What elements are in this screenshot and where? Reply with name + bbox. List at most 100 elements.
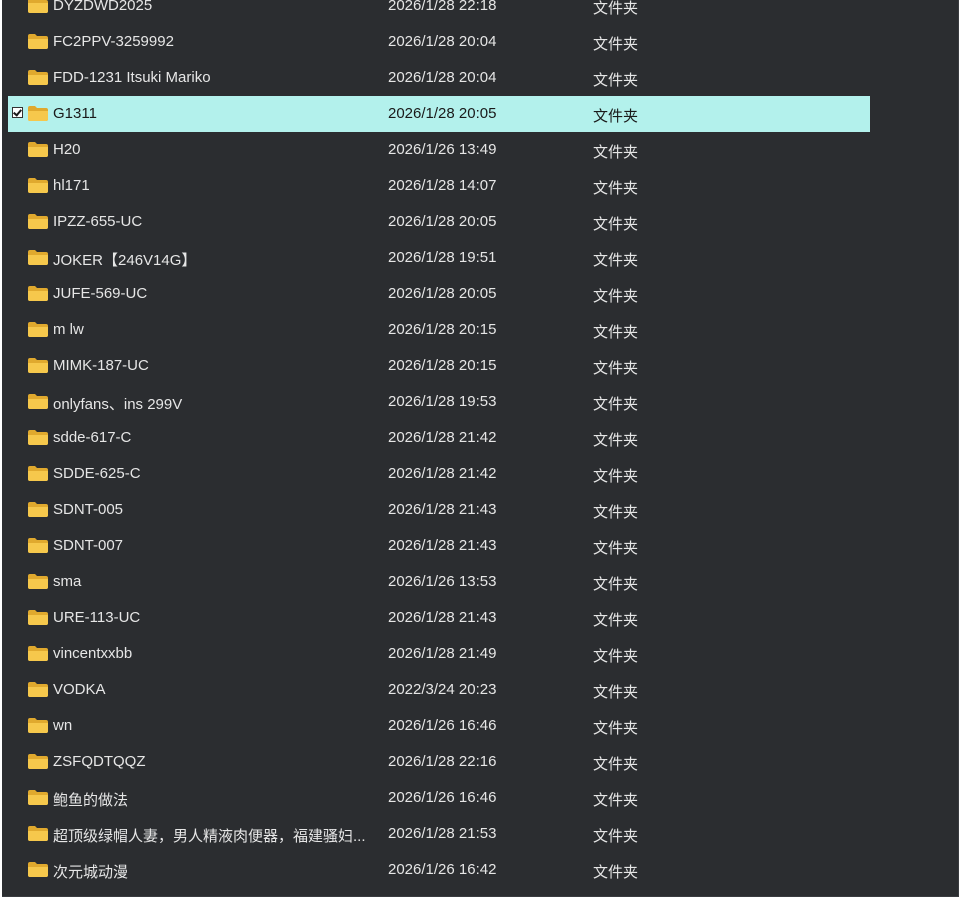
folder-name[interactable]: 次元城动漫 bbox=[53, 861, 383, 882]
modified-date: 2026/1/28 22:18 bbox=[388, 0, 497, 14]
folder-row[interactable]: hl171 2026/1/28 14:07 文件夹 bbox=[8, 168, 870, 204]
folder-row[interactable]: H20 2026/1/26 13:49 文件夹 bbox=[8, 132, 870, 168]
folder-name[interactable]: H20 bbox=[53, 141, 383, 158]
folder-name[interactable]: G1311 bbox=[53, 105, 383, 122]
modified-date: 2026/1/28 20:04 bbox=[388, 33, 497, 50]
folder-icon bbox=[28, 178, 48, 193]
folder-name[interactable]: ZSFQDTQQZ bbox=[53, 753, 383, 770]
folder-name[interactable]: 鲍鱼的做法 bbox=[53, 789, 383, 810]
folder-name[interactable]: FC2PPV-3259992 bbox=[53, 33, 383, 50]
folder-name[interactable]: wn bbox=[53, 717, 383, 734]
folder-row[interactable]: onlyfans、ins 299V 2026/1/28 19:53 文件夹 bbox=[8, 384, 870, 420]
folder-row[interactable]: MIMK-187-UC 2026/1/28 20:15 文件夹 bbox=[8, 348, 870, 384]
folder-row[interactable]: 次元城动漫 2026/1/26 16:42 文件夹 bbox=[8, 852, 870, 888]
folder-name[interactable]: onlyfans、ins 299V bbox=[53, 393, 383, 414]
item-type: 文件夹 bbox=[593, 396, 639, 413]
folder-row[interactable]: wn 2026/1/26 16:46 文件夹 bbox=[8, 708, 870, 744]
folder-row[interactable]: VODKA 2022/3/24 20:23 文件夹 bbox=[8, 672, 870, 708]
modified-date: 2026/1/26 16:46 bbox=[388, 717, 497, 734]
item-type: 文件夹 bbox=[593, 360, 639, 377]
folder-name[interactable]: sdde-617-C bbox=[53, 429, 383, 446]
item-type: 文件夹 bbox=[593, 828, 639, 845]
modified-date: 2026/1/28 20:05 bbox=[388, 105, 497, 122]
folder-row[interactable]: SDDE-625-C 2026/1/28 21:42 文件夹 bbox=[8, 456, 870, 492]
modified-date: 2022/3/24 20:23 bbox=[388, 681, 497, 698]
folder-name[interactable]: hl171 bbox=[53, 177, 383, 194]
folder-row[interactable]: 超顶级绿帽人妻，男人精液肉便器，福建骚妇... 2026/1/28 21:53 文件… bbox=[8, 816, 870, 852]
item-type: 文件夹 bbox=[593, 288, 639, 305]
modified-date: 2026/1/28 20:15 bbox=[388, 321, 497, 338]
folder-row[interactable]: FC2PPV-3259992 2026/1/28 20:04 文件夹 bbox=[8, 24, 870, 60]
folder-icon bbox=[28, 790, 48, 805]
item-type: 文件夹 bbox=[593, 684, 639, 701]
folder-icon bbox=[28, 754, 48, 769]
folder-name[interactable]: SDNT-005 bbox=[53, 501, 383, 518]
item-type: 文件夹 bbox=[593, 0, 639, 17]
modified-date: 2026/1/28 21:49 bbox=[388, 645, 497, 662]
modified-date: 2026/1/28 21:42 bbox=[388, 429, 497, 446]
folder-name[interactable]: SDNT-007 bbox=[53, 537, 383, 554]
folder-icon bbox=[28, 106, 48, 121]
folder-icon bbox=[28, 34, 48, 49]
item-type: 文件夹 bbox=[593, 792, 639, 809]
folder-row[interactable]: vincentxxbb 2026/1/28 21:49 文件夹 bbox=[8, 636, 870, 672]
folder-name[interactable]: DYZDWD2025 bbox=[53, 0, 383, 14]
folder-name[interactable]: URE-113-UC bbox=[53, 609, 383, 626]
modified-date: 2026/1/28 20:15 bbox=[388, 357, 497, 374]
modified-date: 2026/1/28 20:05 bbox=[388, 285, 497, 302]
folder-name[interactable]: JUFE-569-UC bbox=[53, 285, 383, 302]
folder-name[interactable]: SDDE-625-C bbox=[53, 465, 383, 482]
checkbox-icon[interactable] bbox=[12, 107, 23, 118]
folder-row[interactable]: sma 2026/1/26 13:53 文件夹 bbox=[8, 564, 870, 600]
folder-icon bbox=[28, 250, 48, 265]
item-type: 文件夹 bbox=[593, 324, 639, 341]
folder-name[interactable]: FDD-1231 Itsuki Mariko bbox=[53, 69, 383, 86]
folder-name[interactable]: VODKA bbox=[53, 681, 383, 698]
folder-row[interactable]: IPZZ-655-UC 2026/1/28 20:05 文件夹 bbox=[8, 204, 870, 240]
modified-date: 2026/1/28 21:43 bbox=[388, 537, 497, 554]
folder-row[interactable]: SDNT-005 2026/1/28 21:43 文件夹 bbox=[8, 492, 870, 528]
folder-row[interactable]: m lw 2026/1/28 20:15 文件夹 bbox=[8, 312, 870, 348]
folder-icon bbox=[28, 0, 48, 13]
modified-date: 2026/1/28 21:43 bbox=[388, 501, 497, 518]
item-type: 文件夹 bbox=[593, 36, 639, 53]
item-type: 文件夹 bbox=[593, 576, 639, 593]
folder-icon bbox=[28, 862, 48, 877]
modified-date: 2026/1/26 13:53 bbox=[388, 573, 497, 590]
modified-date: 2026/1/28 21:43 bbox=[388, 609, 497, 626]
folder-name[interactable]: vincentxxbb bbox=[53, 645, 383, 662]
item-type: 文件夹 bbox=[593, 108, 639, 125]
folder-name[interactable]: sma bbox=[53, 573, 383, 590]
folder-name[interactable]: IPZZ-655-UC bbox=[53, 213, 383, 230]
folder-row[interactable]: ZSFQDTQQZ 2026/1/28 22:16 文件夹 bbox=[8, 744, 870, 780]
item-type: 文件夹 bbox=[593, 504, 639, 521]
modified-date: 2026/1/28 20:05 bbox=[388, 213, 497, 230]
folder-row[interactable]: sdde-617-C 2026/1/28 21:42 文件夹 bbox=[8, 420, 870, 456]
modified-date: 2026/1/28 14:07 bbox=[388, 177, 497, 194]
folder-row[interactable]: FDD-1231 Itsuki Mariko 2026/1/28 20:04 文件夹 bbox=[8, 60, 870, 96]
folder-row[interactable]: DYZDWD2025 2026/1/28 22:18 文件夹 bbox=[8, 0, 870, 24]
folder-row[interactable]: JOKER【246V14G】 2026/1/28 19:51 文件夹 bbox=[8, 240, 870, 276]
folder-row[interactable]: G1311 2026/1/28 20:05 文件夹 bbox=[8, 96, 870, 132]
item-type: 文件夹 bbox=[593, 144, 639, 161]
folder-row[interactable]: JUFE-569-UC 2026/1/28 20:05 文件夹 bbox=[8, 276, 870, 312]
item-type: 文件夹 bbox=[593, 720, 639, 737]
folder-icon bbox=[28, 70, 48, 85]
item-type: 文件夹 bbox=[593, 432, 639, 449]
folder-icon bbox=[28, 430, 48, 445]
folder-name[interactable]: MIMK-187-UC bbox=[53, 357, 383, 374]
folder-name[interactable]: 超顶级绿帽人妻，男人精液肉便器，福建骚妇... bbox=[53, 825, 383, 846]
item-type: 文件夹 bbox=[593, 864, 639, 881]
item-type: 文件夹 bbox=[593, 468, 639, 485]
modified-date: 2026/1/28 19:53 bbox=[388, 393, 497, 410]
folder-row[interactable]: 鲍鱼的做法 2026/1/26 16:46 文件夹 bbox=[8, 780, 870, 816]
folder-name[interactable]: m lw bbox=[53, 321, 383, 338]
folder-icon bbox=[28, 142, 48, 157]
folder-name[interactable]: JOKER【246V14G】 bbox=[53, 249, 383, 270]
folder-icon bbox=[28, 574, 48, 589]
modified-date: 2026/1/28 21:42 bbox=[388, 465, 497, 482]
folder-row[interactable]: URE-113-UC 2026/1/28 21:43 文件夹 bbox=[8, 600, 870, 636]
folder-row[interactable]: SDNT-007 2026/1/28 21:43 文件夹 bbox=[8, 528, 870, 564]
folder-icon bbox=[28, 358, 48, 373]
folder-icon bbox=[28, 610, 48, 625]
